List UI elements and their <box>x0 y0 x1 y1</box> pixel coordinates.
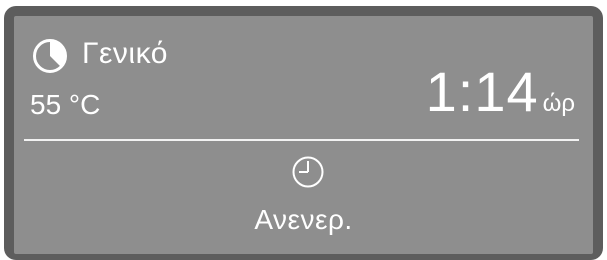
display-screen: Γενικό 55 °C 1:14 ώρ Ανενερ. <box>14 16 593 254</box>
display-bezel: Γενικό 55 °C 1:14 ώρ Ανενερ. <box>4 6 603 260</box>
divider <box>24 139 579 141</box>
duration-value: 1:14 <box>425 60 539 123</box>
program-name: Γενικό <box>82 37 168 70</box>
program-pie-icon <box>33 39 67 73</box>
program-duration: 1:14 ώρ <box>426 60 575 136</box>
timer-clock-icon <box>292 156 324 188</box>
temperature-value: 55 °C <box>30 89 101 120</box>
delay-start-status: Ανενερ. <box>254 204 353 235</box>
duration-unit: ώρ <box>542 90 575 117</box>
